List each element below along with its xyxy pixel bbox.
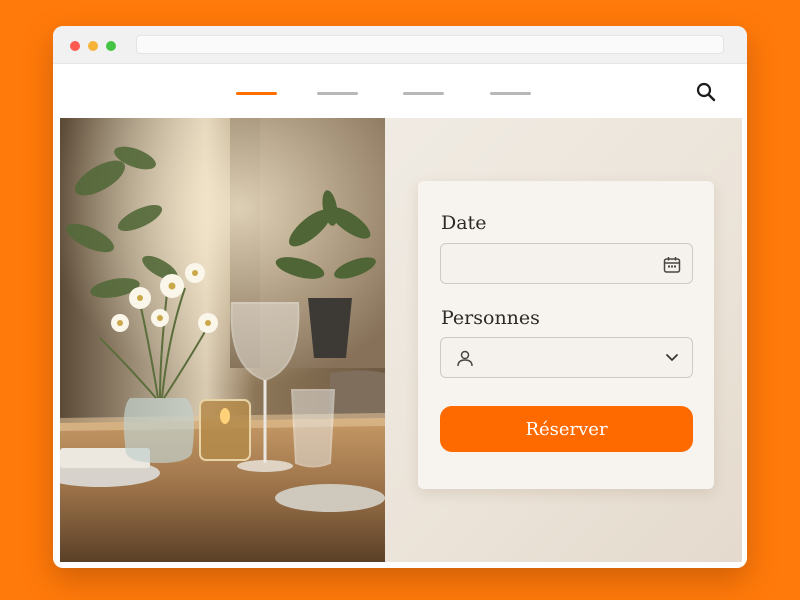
date-label: Date [441, 212, 487, 234]
browser-titlebar [53, 26, 747, 64]
restaurant-scene-image [60, 118, 385, 562]
minimize-window-button[interactable] [88, 41, 98, 51]
date-field[interactable] [440, 243, 693, 284]
reserve-button[interactable]: Réserver [440, 406, 693, 452]
address-bar[interactable] [136, 35, 724, 54]
nav-item-1[interactable] [236, 92, 277, 95]
search-icon [696, 82, 716, 102]
site-header [53, 64, 747, 118]
restaurant-photo [60, 118, 385, 562]
calendar-icon[interactable] [663, 256, 681, 274]
persons-label: Personnes [441, 307, 540, 329]
persons-select[interactable] [440, 337, 693, 378]
close-window-button[interactable] [70, 41, 80, 51]
nav-item-2[interactable] [317, 92, 358, 95]
maximize-window-button[interactable] [106, 41, 116, 51]
search-button[interactable] [696, 82, 716, 102]
chevron-down-icon[interactable] [665, 352, 679, 364]
nav-item-4[interactable] [490, 92, 531, 95]
person-icon [457, 350, 473, 367]
nav-item-3[interactable] [403, 92, 444, 95]
